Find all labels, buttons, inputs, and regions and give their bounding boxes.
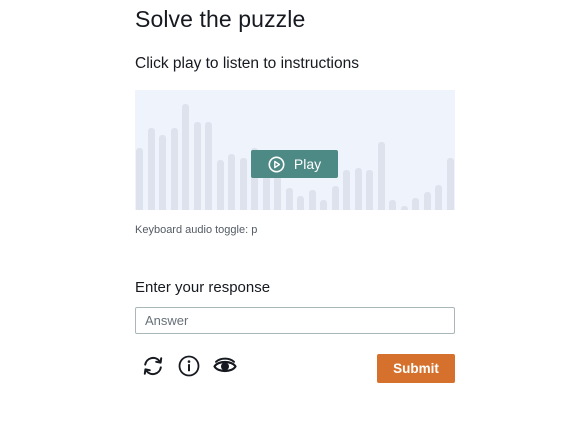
response-label: Enter your response bbox=[135, 279, 271, 296]
waveform-bar bbox=[136, 148, 143, 210]
waveform-bar bbox=[331, 186, 339, 210]
waveform-bar bbox=[320, 200, 327, 210]
waveform-bar bbox=[308, 190, 316, 210]
waveform-bar bbox=[343, 170, 350, 210]
refresh-button[interactable] bbox=[140, 355, 166, 381]
eye-icon bbox=[212, 353, 238, 384]
play-button-label: Play bbox=[293, 156, 322, 172]
answer-input[interactable] bbox=[135, 307, 455, 334]
waveform-bar bbox=[366, 170, 373, 210]
waveform-bar bbox=[354, 168, 362, 210]
play-button[interactable]: Play bbox=[251, 150, 338, 178]
instructions-text: Click play to listen to instructions bbox=[135, 55, 359, 72]
visual-puzzle-button[interactable] bbox=[212, 355, 238, 381]
info-button[interactable] bbox=[176, 355, 202, 381]
waveform-bar bbox=[228, 154, 235, 210]
waveform-bar bbox=[205, 122, 212, 210]
waveform-bar bbox=[446, 158, 454, 210]
waveform-bar bbox=[435, 185, 442, 210]
waveform-bar bbox=[239, 158, 247, 210]
waveform-bar bbox=[377, 142, 385, 210]
waveform-bar bbox=[297, 196, 304, 210]
waveform-bar bbox=[170, 128, 178, 210]
waveform-bar bbox=[193, 122, 201, 210]
waveform-bar bbox=[216, 160, 224, 210]
waveform-bar bbox=[423, 192, 431, 210]
waveform-bar bbox=[182, 104, 189, 210]
info-icon bbox=[177, 354, 201, 383]
page-title: Solve the puzzle bbox=[135, 6, 306, 32]
refresh-icon bbox=[140, 353, 166, 384]
waveform-bar bbox=[389, 200, 396, 210]
waveform-bar bbox=[400, 206, 408, 210]
waveform-bar bbox=[285, 188, 293, 210]
captcha-page: Solve the puzzle Click play to listen to… bbox=[0, 0, 584, 443]
play-circle-icon bbox=[268, 156, 285, 173]
submit-button[interactable]: Submit bbox=[377, 354, 455, 383]
keyboard-hint: Keyboard audio toggle: p bbox=[135, 224, 258, 236]
audio-player: Play bbox=[135, 90, 455, 210]
waveform-bar bbox=[147, 128, 155, 210]
waveform-bar bbox=[159, 135, 166, 210]
waveform-bar bbox=[412, 198, 419, 210]
